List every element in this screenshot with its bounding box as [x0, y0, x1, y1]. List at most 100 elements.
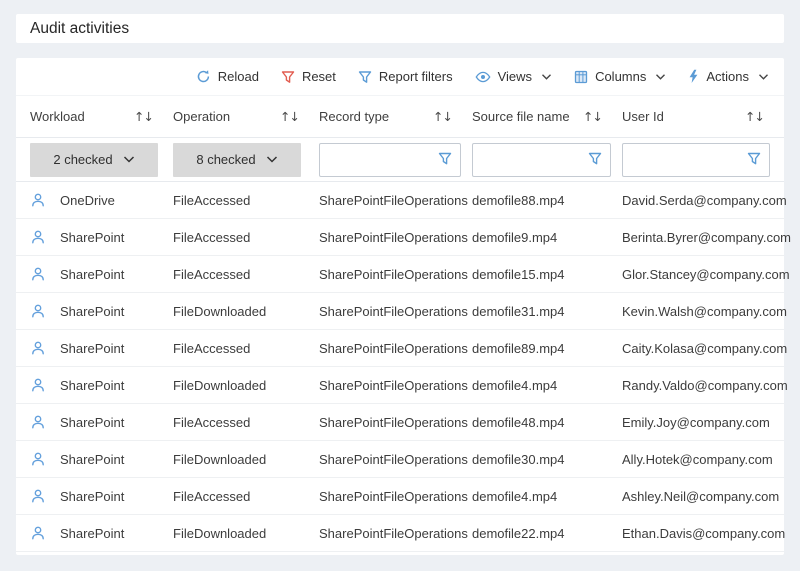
person-icon — [30, 340, 46, 356]
person-icon — [30, 266, 46, 282]
sort-icon[interactable]: ↑↓ — [280, 109, 299, 124]
table-row[interactable]: SharePoint FileAccessed SharePointFileOp… — [16, 404, 784, 441]
cell-record-type: SharePointFileOperations — [319, 526, 472, 541]
cell-operation: FileAccessed — [173, 489, 319, 504]
report-filters-funnel-icon — [358, 70, 372, 84]
table-row[interactable]: OneDrive FileAccessed SharePointFileOper… — [16, 182, 784, 219]
reload-button[interactable]: Reload — [196, 69, 259, 84]
table-header-row: Workload ↑↓ Operation ↑↓ Record type ↑↓ … — [16, 96, 784, 138]
cell-workload: OneDrive — [60, 193, 115, 208]
user-id-filter-input[interactable] — [622, 143, 770, 177]
person-icon — [30, 525, 46, 541]
cell-workload: SharePoint — [60, 378, 124, 393]
cell-source-file-name: demofile22.mp4 — [472, 526, 622, 541]
column-label: User Id — [622, 109, 664, 124]
cell-user-id: Emily.Joy@company.com — [622, 415, 770, 430]
table-row[interactable]: SharePoint FileAccessed SharePointFileOp… — [16, 219, 784, 256]
cell-source-file-name: demofile9.mp4 — [472, 230, 622, 245]
cell-source-file-name: demofile30.mp4 — [472, 452, 622, 467]
cell-record-type: SharePointFileOperations — [319, 489, 472, 504]
cell-user-id: Randy.Valdo@company.com — [622, 378, 788, 393]
reset-funnel-icon — [281, 70, 295, 84]
cell-operation: FileAccessed — [173, 230, 319, 245]
cell-operation: FileDownloaded — [173, 452, 319, 467]
cell-user-id: Glor.Stancey@company.com — [622, 267, 790, 282]
grid-toolbar: Reload Reset Report filters Views — [16, 58, 784, 96]
cell-workload: SharePoint — [60, 230, 124, 245]
cell-record-type: SharePointFileOperations — [319, 415, 472, 430]
workload-filter-value: 2 checked — [53, 152, 112, 167]
operation-filter-dropdown[interactable]: 8 checked — [173, 143, 301, 177]
cell-operation: FileAccessed — [173, 415, 319, 430]
user-id-filter — [622, 143, 770, 177]
operation-filter-value: 8 checked — [196, 152, 255, 167]
cell-source-file-name: demofile88.mp4 — [472, 193, 622, 208]
table-row[interactable]: SharePoint FileDownloaded SharePointFile… — [16, 441, 784, 478]
cell-operation: FileAccessed — [173, 341, 319, 356]
reset-button[interactable]: Reset — [281, 69, 336, 84]
columns-menu-button[interactable]: Columns — [574, 69, 666, 84]
table-columns-icon — [574, 70, 588, 84]
cell-operation: FileAccessed — [173, 267, 319, 282]
cell-user-id: David.Serda@company.com — [622, 193, 787, 208]
columns-label: Columns — [595, 69, 646, 84]
title-bar: Audit activities — [16, 14, 784, 43]
column-header-record-type[interactable]: Record type ↑↓ — [319, 109, 472, 124]
views-menu-button[interactable]: Views — [475, 69, 552, 84]
cell-workload: SharePoint — [60, 489, 124, 504]
workload-filter-dropdown[interactable]: 2 checked — [30, 143, 158, 177]
chevron-down-icon — [123, 155, 135, 164]
cell-operation: FileDownloaded — [173, 304, 319, 319]
reset-label: Reset — [302, 69, 336, 84]
lightning-bolt-icon — [688, 69, 699, 84]
column-label: Workload — [30, 109, 85, 124]
person-icon — [30, 488, 46, 504]
column-label: Record type — [319, 109, 389, 124]
cell-workload: SharePoint — [60, 415, 124, 430]
cell-user-id: Caity.Kolasa@company.com — [622, 341, 787, 356]
report-filters-button[interactable]: Report filters — [358, 69, 453, 84]
cell-operation: FileAccessed — [173, 193, 319, 208]
column-header-user-id[interactable]: User Id ↑↓ — [622, 109, 770, 124]
sort-icon[interactable]: ↑↓ — [134, 109, 153, 124]
cell-source-file-name: demofile89.mp4 — [472, 341, 622, 356]
source-file-name-filter-input[interactable] — [472, 143, 611, 177]
column-label: Operation — [173, 109, 230, 124]
table-row[interactable]: SharePoint FileAccessed SharePointFileOp… — [16, 330, 784, 367]
cell-workload: SharePoint — [60, 526, 124, 541]
column-header-workload[interactable]: Workload ↑↓ — [30, 109, 173, 124]
cell-record-type: SharePointFileOperations — [319, 230, 472, 245]
cell-record-type: SharePointFileOperations — [319, 341, 472, 356]
eye-icon — [475, 70, 491, 84]
chevron-down-icon — [541, 73, 552, 81]
sort-icon[interactable]: ↑↓ — [583, 109, 602, 124]
cell-source-file-name: demofile4.mp4 — [472, 489, 622, 504]
column-header-operation[interactable]: Operation ↑↓ — [173, 109, 319, 124]
table-row[interactable]: SharePoint FileAccessed SharePointFileOp… — [16, 478, 784, 515]
person-icon — [30, 192, 46, 208]
table-row[interactable]: SharePoint FileAccessed SharePointFileOp… — [16, 256, 784, 293]
page-title: Audit activities — [30, 20, 129, 38]
table-row[interactable]: SharePoint FileDownloaded SharePointFile… — [16, 367, 784, 404]
sort-icon[interactable]: ↑↓ — [745, 109, 764, 124]
cell-workload: SharePoint — [60, 304, 124, 319]
person-icon — [30, 414, 46, 430]
column-header-source-file-name[interactable]: Source file name ↑↓ — [472, 109, 622, 124]
person-icon — [30, 451, 46, 467]
actions-label: Actions — [706, 69, 749, 84]
cell-user-id: Ethan.Davis@company.com — [622, 526, 785, 541]
reload-icon — [196, 69, 211, 84]
cell-source-file-name: demofile4.mp4 — [472, 378, 622, 393]
actions-menu-button[interactable]: Actions — [688, 69, 769, 84]
cell-user-id: Kevin.Walsh@company.com — [622, 304, 787, 319]
record-type-filter-input[interactable] — [319, 143, 461, 177]
cell-source-file-name: demofile15.mp4 — [472, 267, 622, 282]
cell-record-type: SharePointFileOperations — [319, 304, 472, 319]
sort-icon[interactable]: ↑↓ — [433, 109, 452, 124]
chevron-down-icon — [266, 155, 278, 164]
cell-record-type: SharePointFileOperations — [319, 193, 472, 208]
reload-label: Reload — [218, 69, 259, 84]
cell-user-id: Ashley.Neil@company.com — [622, 489, 779, 504]
table-row[interactable]: SharePoint FileDownloaded SharePointFile… — [16, 293, 784, 330]
table-row[interactable]: SharePoint FileDownloaded SharePointFile… — [16, 515, 784, 552]
